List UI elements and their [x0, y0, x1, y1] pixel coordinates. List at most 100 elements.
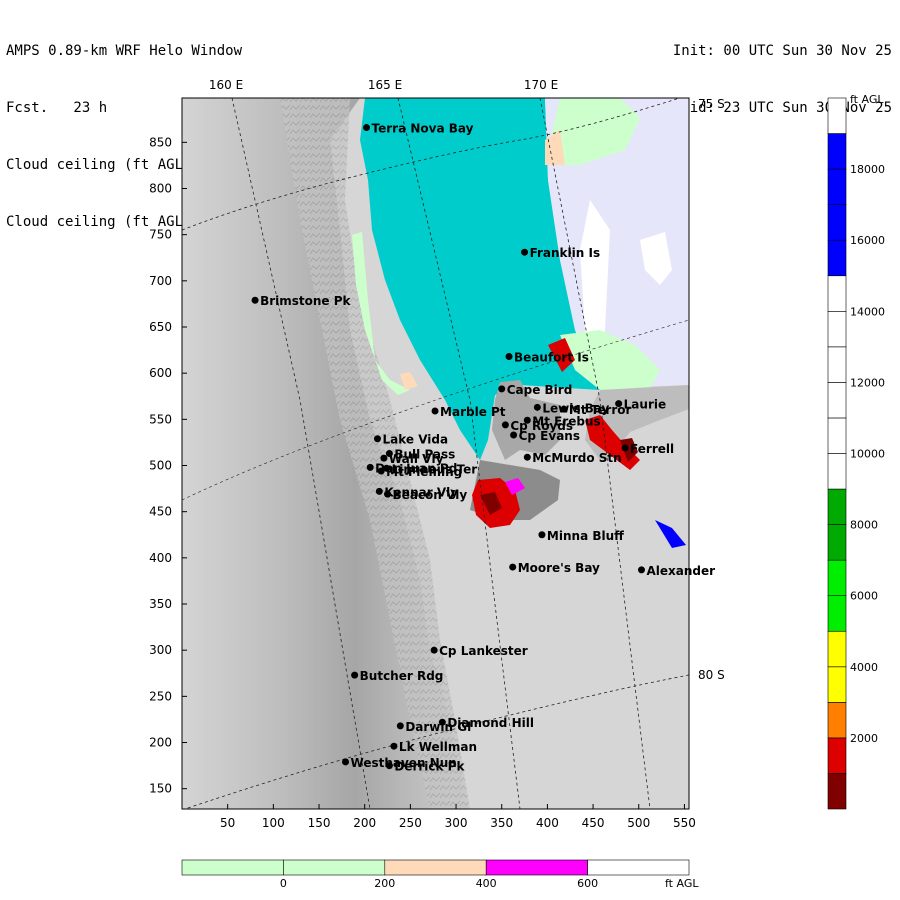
y-tick-label: 300 — [149, 643, 172, 657]
colorbar-right-swatch — [827, 133, 847, 170]
colorbar-right-unit: ft AGL — [850, 93, 884, 106]
place-label: Beaufort Is — [514, 351, 589, 365]
colorbar-right-swatch — [827, 168, 847, 205]
colorbar-bottom-swatch — [181, 859, 284, 876]
place-label: Franklin Is — [530, 246, 601, 260]
y-tick-label: 800 — [149, 181, 172, 195]
colorbar-right-label: 2000 — [850, 732, 878, 745]
place-label: Diamond Hill — [447, 716, 534, 730]
lon-label-165e: 165 E — [368, 78, 402, 92]
place-dot — [510, 431, 518, 439]
colorbar-bottom-swatch — [587, 859, 690, 876]
colorbar-right: 18000 16000 14000 12000 10000 8000 6000 4000 200… — [827, 97, 885, 810]
colorbar-right-swatch — [827, 666, 847, 703]
colorbar-bottom-swatch — [283, 859, 386, 876]
x-tick-label: 300 — [445, 816, 468, 830]
place-dot — [385, 450, 393, 457]
place-dot — [383, 464, 391, 472]
colorbar-right-swatch — [827, 417, 847, 454]
place-label: Cp Evans — [519, 429, 580, 443]
colorbar-bottom-swatch — [485, 859, 588, 876]
place-label: Derrick Pk — [394, 760, 465, 774]
lon-label-170e: 170 E — [524, 78, 558, 92]
place-dot — [366, 463, 374, 471]
colorbar-right-label: 10000 — [850, 448, 885, 461]
place-dot — [538, 531, 546, 539]
x-tick-label: 350 — [490, 816, 513, 830]
y-tick-label: 250 — [149, 689, 172, 703]
colorbar-right-label: 6000 — [850, 590, 878, 603]
colorbar-bottom-label: 200 — [374, 877, 395, 890]
x-tick-label: 150 — [308, 816, 331, 830]
y-tick-label: 400 — [149, 551, 172, 565]
colorbar-right-label: 12000 — [850, 376, 885, 389]
place-label: Beacon Vly — [393, 488, 468, 502]
colorbar-right-swatch — [827, 310, 847, 348]
place-dot — [523, 453, 531, 461]
x-tick-label: 250 — [399, 816, 422, 830]
place-dot — [430, 646, 438, 654]
place-label: Lake Vida — [382, 433, 448, 447]
colorbar-right-swatch — [827, 239, 847, 277]
colorbar-right-swatch — [827, 382, 847, 419]
place-dot — [533, 403, 541, 411]
y-tick-label: 700 — [149, 274, 172, 288]
y-tick-label: 350 — [149, 597, 172, 611]
place-dot — [501, 421, 509, 429]
place-dot — [560, 405, 568, 413]
place-dot — [385, 762, 393, 770]
y-tick-label: 850 — [149, 135, 172, 149]
place-dot — [523, 416, 531, 424]
place-label: Moore's Bay — [518, 561, 600, 575]
place-dot — [373, 435, 381, 443]
place-dot — [509, 563, 517, 571]
place-label: Lk Wellman — [399, 740, 477, 754]
y-axis: 850 800 750 700 650 600 550 500 450 400 350 300 250 2… — [149, 135, 187, 796]
colorbar-right-swatch — [827, 630, 847, 668]
colorbar-bottom-label: 0 — [280, 877, 287, 890]
x-tick-label: 200 — [353, 816, 376, 830]
y-tick-label: 750 — [149, 228, 172, 242]
colorbar-right-label: 14000 — [850, 305, 885, 318]
place-dot — [431, 407, 439, 415]
x-tick-label: 500 — [627, 816, 650, 830]
place-label: Brimstone Pk — [260, 294, 351, 308]
colorbar-right-swatch — [827, 737, 847, 774]
y-tick-label: 200 — [149, 736, 172, 750]
place-dot — [637, 566, 645, 574]
colorbar-right-label: 4000 — [850, 661, 878, 674]
lat-label-75s: 75 S — [698, 97, 725, 111]
place-dot — [498, 385, 506, 393]
y-tick-label: 550 — [149, 412, 172, 426]
colorbar-right-swatch — [827, 524, 847, 561]
colorbar-right-label: 18000 — [850, 163, 885, 176]
place-label: Terra Nova Bay — [372, 122, 474, 136]
place-dot — [363, 124, 371, 132]
place-label: Linnaeus Ter — [392, 462, 478, 476]
place-dot — [521, 248, 529, 256]
lat-label-80s: 80 S — [698, 668, 725, 682]
colorbar-bottom-label: 400 — [476, 877, 497, 890]
place-dot — [351, 671, 359, 679]
place-dot — [438, 718, 446, 726]
colorbar-bottom-unit: ft AGL — [665, 877, 699, 890]
place-dot — [342, 758, 350, 766]
place-dot — [251, 296, 259, 304]
y-tick-label: 600 — [149, 366, 172, 380]
place-label: Mt Erebus — [532, 414, 600, 428]
x-tick-label: 550 — [673, 816, 696, 830]
x-tick-label: 100 — [262, 816, 285, 830]
colorbar-right-swatch — [827, 488, 847, 525]
y-tick-label: 650 — [149, 320, 172, 334]
colorbar-right-swatch — [827, 595, 847, 632]
place-dot — [390, 742, 398, 750]
lon-label-160e: 160 E — [209, 78, 243, 92]
colorbar-bottom: 0 200 400 600 — [181, 859, 690, 890]
colorbar-right-swatch — [827, 702, 847, 739]
place-label: McMurdo Stn — [532, 451, 621, 465]
colorbar-right-label: 16000 — [850, 234, 885, 247]
place-label: Cp Lankester — [439, 644, 528, 658]
place-dot — [375, 487, 383, 495]
colorbar-right-label: 8000 — [850, 519, 878, 532]
x-tick-label: 50 — [220, 816, 235, 830]
